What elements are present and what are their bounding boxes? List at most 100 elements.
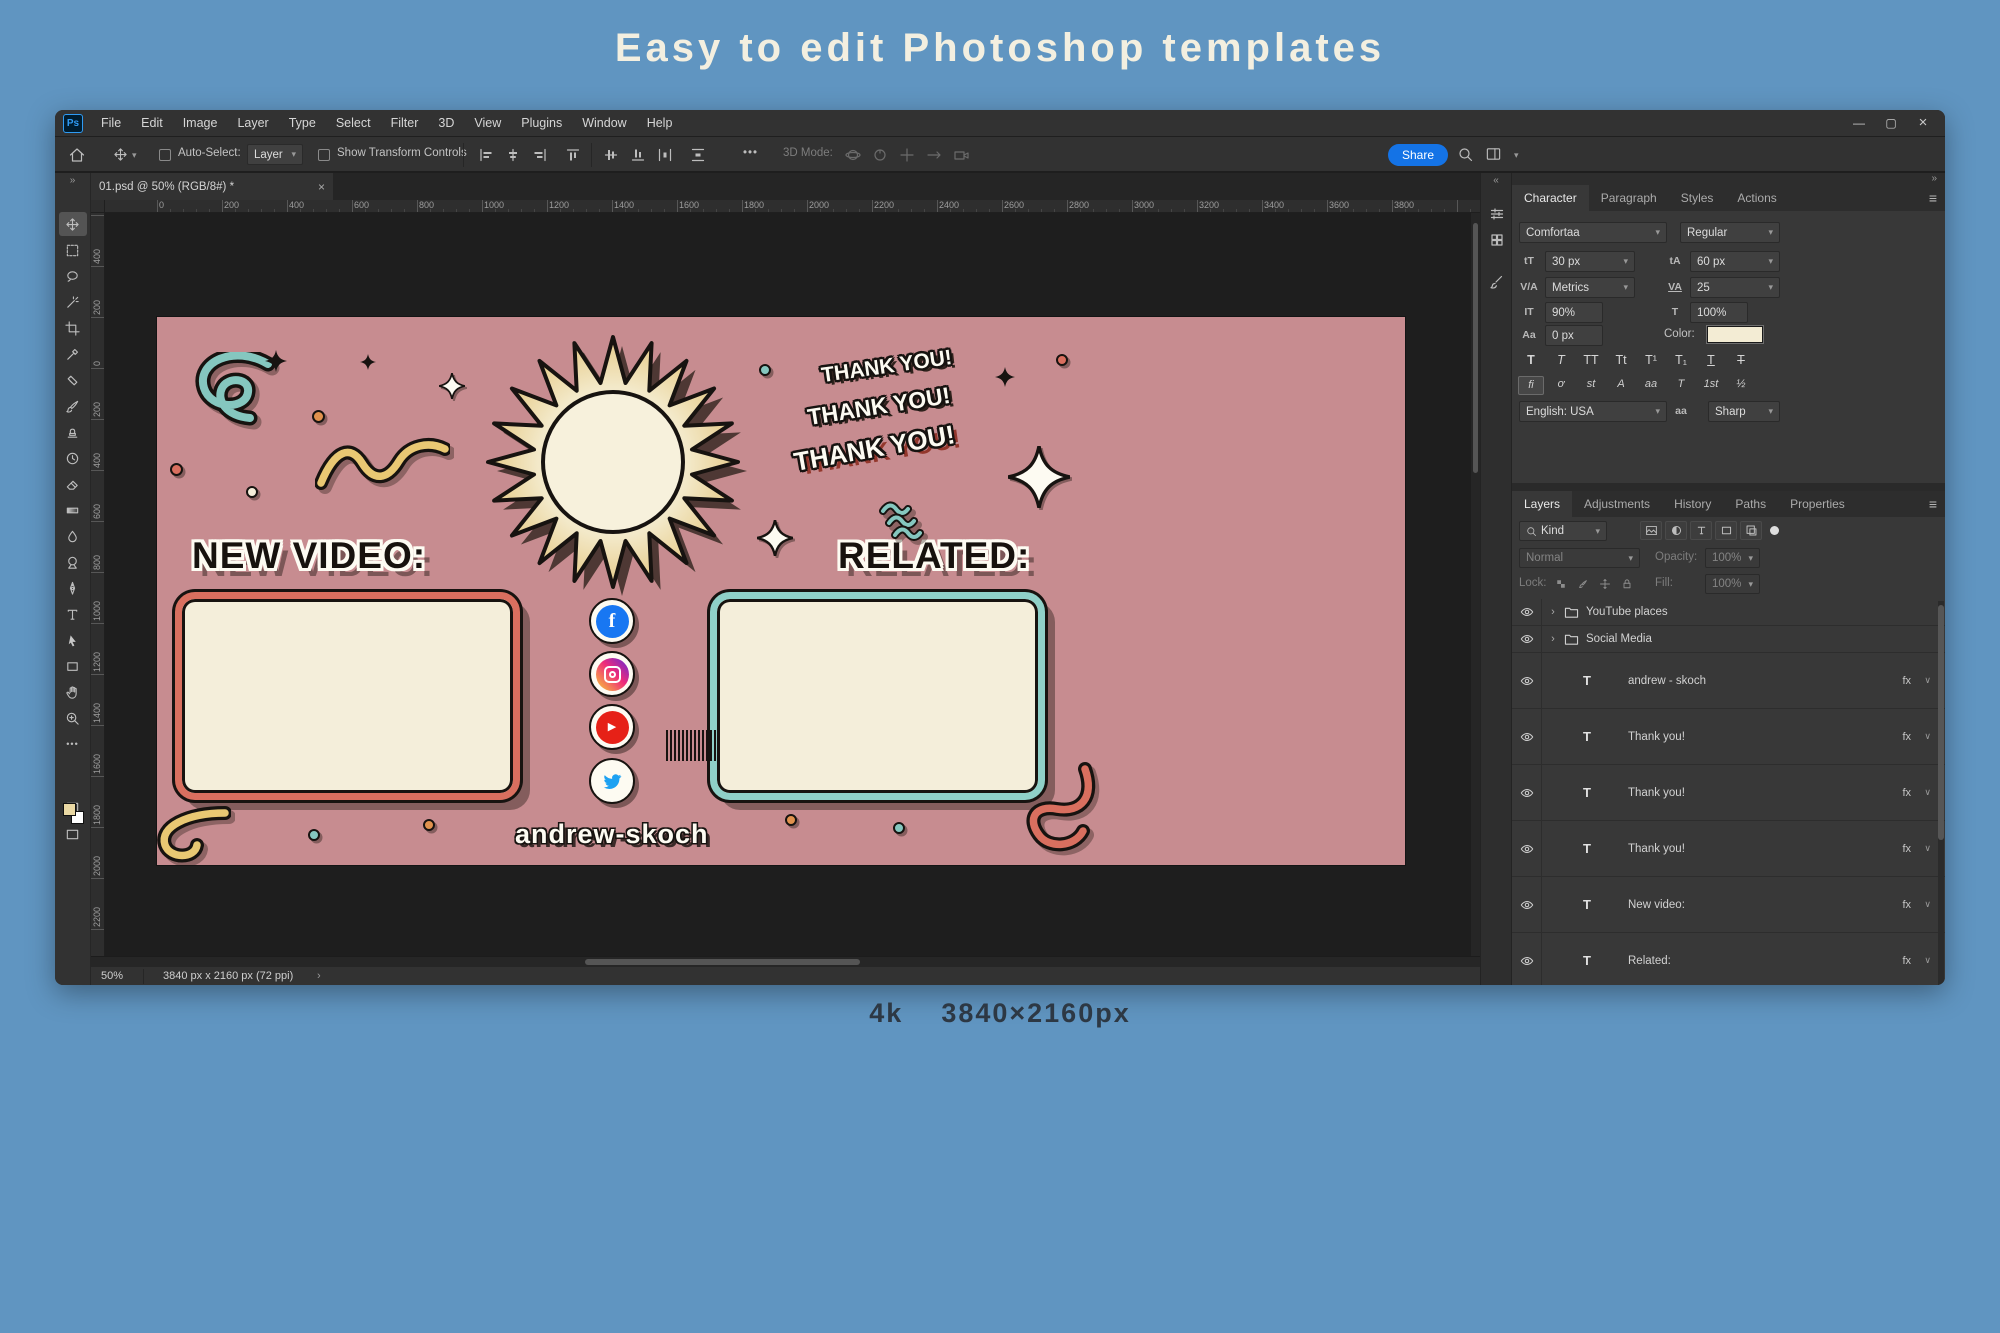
all-caps-button[interactable]: TT xyxy=(1578,351,1604,369)
foreground-color-swatch[interactable] xyxy=(63,803,76,816)
zoom-level-field[interactable]: 50% xyxy=(101,970,123,982)
canvas-artwork[interactable]: THANK YOU! THANK YOU! THANK YOU! NEW VID… xyxy=(157,317,1405,865)
superscript-button[interactable]: T¹ xyxy=(1638,351,1664,369)
panel-menu-icon[interactable]: ≡ xyxy=(1921,491,1945,517)
collapsed-swatches-panel-icon[interactable] xyxy=(1481,227,1513,253)
tab-paragraph[interactable]: Paragraph xyxy=(1589,185,1669,211)
kerning-field[interactable]: Metrics▾ xyxy=(1545,277,1635,298)
eyedropper-tool[interactable] xyxy=(59,342,87,366)
underline-button[interactable]: T xyxy=(1698,351,1724,369)
canvas-horizontal-scrollbar[interactable] xyxy=(91,956,1480,966)
vertical-scale-field[interactable]: 90% xyxy=(1545,302,1603,323)
gradient-tool[interactable] xyxy=(59,498,87,522)
layer-effects-badge[interactable]: fx xyxy=(1902,843,1911,855)
align-bottom-icon[interactable] xyxy=(630,147,646,163)
layer-effects-badge[interactable]: fx xyxy=(1902,955,1911,967)
type-tool[interactable] xyxy=(59,602,87,626)
menu-item[interactable]: Layer xyxy=(227,110,278,137)
move-tool[interactable] xyxy=(59,212,87,236)
show-transform-checkbox[interactable] xyxy=(318,149,330,161)
layer-row[interactable]: T Thank you! fx ∨ xyxy=(1512,821,1945,877)
dock-expand-icon[interactable]: « xyxy=(1481,173,1511,191)
screen-mode-icon[interactable] xyxy=(59,822,87,846)
ordinals-button[interactable]: 1st xyxy=(1698,376,1724,393)
home-icon[interactable] xyxy=(68,146,86,164)
effects-chevron-icon[interactable]: ∨ xyxy=(1924,787,1931,798)
font-style-dropdown[interactable]: Regular▾ xyxy=(1680,222,1780,243)
share-button[interactable]: Share xyxy=(1388,144,1448,166)
tab-adjustments[interactable]: Adjustments xyxy=(1572,491,1662,517)
canvas-vertical-scrollbar[interactable] xyxy=(1471,213,1480,956)
layer-row[interactable]: T Thank you! fx ∨ xyxy=(1512,765,1945,821)
workspace-chevron-icon[interactable]: ▾ xyxy=(1514,151,1519,160)
menu-item[interactable]: Window xyxy=(572,110,636,137)
layer-effects-badge[interactable]: fx xyxy=(1902,787,1911,799)
menu-item[interactable]: 3D xyxy=(428,110,464,137)
lock-transparency-icon[interactable] xyxy=(1552,576,1570,592)
effects-chevron-icon[interactable]: ∨ xyxy=(1924,731,1931,742)
layer-row[interactable]: › YouTube places xyxy=(1512,599,1945,626)
lock-all-icon[interactable] xyxy=(1618,576,1636,592)
history-brush-tool[interactable] xyxy=(59,446,87,470)
strikethrough-button[interactable]: T xyxy=(1728,351,1754,369)
pen-tool[interactable] xyxy=(59,576,87,600)
healing-brush-tool[interactable] xyxy=(59,368,87,392)
effects-chevron-icon[interactable]: ∨ xyxy=(1924,843,1931,854)
stylistic-alternates-button[interactable]: aa xyxy=(1638,376,1664,393)
visibility-eye-icon[interactable] xyxy=(1512,626,1542,652)
layer-row[interactable]: T andrew - skoch fx ∨ xyxy=(1512,653,1945,709)
tab-character[interactable]: Character xyxy=(1512,185,1589,211)
layer-filter-dropdown[interactable]: Kind▾ xyxy=(1519,521,1607,541)
rectangle-tool[interactable] xyxy=(59,654,87,678)
visibility-eye-icon[interactable] xyxy=(1512,933,1542,985)
baseline-shift-field[interactable]: 0 px xyxy=(1545,325,1603,346)
small-caps-button[interactable]: Tt xyxy=(1608,351,1634,369)
status-chevron-icon[interactable]: › xyxy=(317,970,321,982)
more-options-icon[interactable]: ••• xyxy=(743,147,758,159)
horizontal-scale-field[interactable]: 100% xyxy=(1690,302,1748,323)
tab-layers[interactable]: Layers xyxy=(1512,491,1572,517)
layer-row[interactable]: T Related: fx ∨ xyxy=(1512,933,1945,985)
path-selection-tool[interactable] xyxy=(59,628,87,652)
filter-adjustment-layers-icon[interactable] xyxy=(1665,521,1687,540)
close-icon[interactable]: × xyxy=(1907,110,1939,137)
toolbar-expand-icon[interactable]: » xyxy=(55,173,90,191)
auto-select-target-dropdown[interactable]: Layer▾ xyxy=(247,144,303,165)
effects-chevron-icon[interactable]: ∨ xyxy=(1924,899,1931,910)
document-tab[interactable]: 01.psd @ 50% (RGB/8#) * × xyxy=(91,173,333,200)
subscript-button[interactable]: T₁ xyxy=(1668,351,1694,369)
dock-collapse-icon[interactable]: » xyxy=(1512,173,1945,185)
auto-select-checkbox[interactable] xyxy=(159,149,171,161)
layer-effects-badge[interactable]: fx xyxy=(1902,731,1911,743)
blend-mode-dropdown[interactable]: Normal▾ xyxy=(1519,548,1640,568)
expand-chevron-icon[interactable]: › xyxy=(1542,633,1564,645)
collapsed-properties-panel-icon[interactable] xyxy=(1481,201,1513,227)
align-left-icon[interactable] xyxy=(478,147,494,163)
lasso-tool[interactable] xyxy=(59,264,87,288)
blur-tool[interactable] xyxy=(59,524,87,548)
visibility-eye-icon[interactable] xyxy=(1512,877,1542,932)
menu-item[interactable]: Edit xyxy=(131,110,173,137)
align-right-icon[interactable] xyxy=(532,147,548,163)
layer-row[interactable]: T Thank you! fx ∨ xyxy=(1512,709,1945,765)
effects-chevron-icon[interactable]: ∨ xyxy=(1924,675,1931,686)
align-middle-icon[interactable] xyxy=(603,147,619,163)
visibility-eye-icon[interactable] xyxy=(1512,765,1542,820)
collapsed-brushes-panel-icon[interactable] xyxy=(1481,269,1513,295)
dodge-tool[interactable] xyxy=(59,550,87,574)
font-size-field[interactable]: 30 px▾ xyxy=(1545,251,1635,272)
search-icon[interactable] xyxy=(1457,146,1474,163)
move-tool-icon[interactable] xyxy=(113,147,128,162)
layer-effects-badge[interactable]: fx xyxy=(1902,899,1911,911)
menu-item[interactable]: Plugins xyxy=(511,110,572,137)
menu-item[interactable]: Type xyxy=(279,110,326,137)
leading-field[interactable]: 60 px▾ xyxy=(1690,251,1780,272)
panel-menu-icon[interactable]: ≡ xyxy=(1921,185,1945,211)
visibility-eye-icon[interactable] xyxy=(1512,599,1542,625)
zoom-tool[interactable] xyxy=(59,706,87,730)
tool-preset-chevron-icon[interactable]: ▾ xyxy=(132,151,137,160)
filter-smart-objects-icon[interactable] xyxy=(1740,521,1762,540)
color-swatches[interactable] xyxy=(63,803,85,825)
filter-type-layers-icon[interactable] xyxy=(1690,521,1712,540)
ligatures-button[interactable]: fi xyxy=(1518,376,1544,395)
